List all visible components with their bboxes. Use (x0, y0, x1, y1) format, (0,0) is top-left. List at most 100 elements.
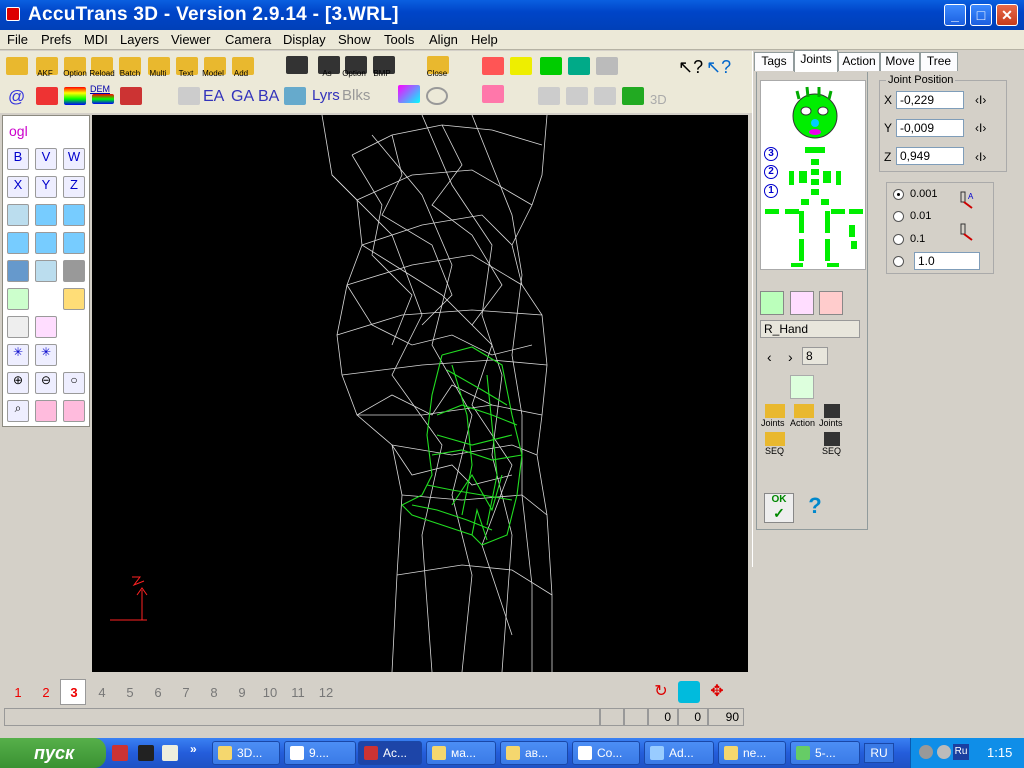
level-badge-1[interactable]: 1 (764, 184, 778, 198)
save-icon[interactable] (286, 56, 308, 74)
page-1[interactable]: 1 (6, 685, 30, 700)
quicklaunch-doc-icon[interactable] (162, 745, 178, 761)
copy-layers-icon[interactable] (284, 87, 306, 105)
ba-button[interactable]: BA (258, 88, 279, 106)
zoom-extents-icon[interactable] (35, 400, 57, 422)
light-icon[interactable] (510, 57, 532, 75)
figure-front-icon[interactable] (7, 260, 29, 282)
cube-right-icon[interactable] (35, 232, 57, 254)
level-badge-3[interactable]: 3 (764, 147, 778, 161)
menu-tools[interactable]: Tools (384, 32, 414, 47)
minimize-button[interactable]: _ (944, 4, 966, 26)
menu-viewer[interactable]: Viewer (171, 32, 211, 47)
ea-button[interactable]: EA (203, 88, 224, 106)
page-11[interactable]: 11 (286, 685, 310, 700)
3d-viewport[interactable] (92, 115, 748, 672)
camera-c-icon[interactable] (678, 681, 700, 703)
cube-iso-icon[interactable] (35, 260, 57, 282)
step-radio-01[interactable] (893, 234, 904, 245)
cube-front-icon[interactable] (35, 204, 57, 226)
y-nudge-control[interactable]: ‹I› (975, 121, 986, 135)
page-10[interactable]: 10 (258, 685, 282, 700)
run-pose-icon[interactable] (819, 291, 843, 315)
bone-a-icon[interactable]: A (960, 190, 976, 210)
color-bars-icon[interactable] (64, 87, 86, 105)
expand-x-icon[interactable]: ✳ (7, 344, 29, 366)
tab-move[interactable]: Move (880, 52, 920, 71)
task-3d-folder[interactable]: 3D... (212, 741, 280, 765)
stack-icon[interactable] (622, 87, 644, 105)
zoom-out-icon[interactable]: ⊖ (35, 372, 57, 394)
z-nudge-control[interactable]: ‹I› (975, 150, 986, 164)
select-pointer-icon[interactable] (7, 288, 29, 310)
disabled-icon[interactable] (426, 87, 448, 105)
grid-icon[interactable] (482, 85, 504, 103)
color-select-icon[interactable] (398, 85, 420, 103)
transform-icon[interactable] (482, 57, 504, 75)
level-badge-2[interactable]: 2 (764, 165, 778, 179)
move-cube-icon[interactable] (7, 204, 29, 226)
3d-button[interactable]: 3D (650, 92, 667, 107)
walk-pose-icon[interactable] (760, 291, 784, 315)
page-7[interactable]: 7 (174, 685, 198, 700)
open-seq-icon[interactable] (765, 432, 785, 446)
menu-align[interactable]: Align (429, 32, 458, 47)
rotate-v-button[interactable]: V (35, 148, 57, 170)
tray-language-icon[interactable]: Ru (953, 744, 969, 760)
task-av-folder[interactable]: ав... (500, 741, 568, 765)
rotate-w-button[interactable]: W (63, 148, 85, 170)
at-icon[interactable]: @ (8, 87, 30, 106)
y-position-input[interactable]: -0,009 (896, 119, 964, 137)
menu-layers[interactable]: Layers (120, 32, 159, 47)
help-button[interactable]: ? (800, 493, 830, 523)
figure-back-icon[interactable] (63, 260, 85, 282)
page-5[interactable]: 5 (118, 685, 142, 700)
tab-tags[interactable]: Tags (754, 52, 794, 71)
light-bulb-icon[interactable] (178, 87, 200, 105)
animate-figure-icon[interactable] (790, 375, 814, 399)
save-seq-icon[interactable] (824, 432, 840, 446)
menu-prefs[interactable]: Prefs (41, 32, 71, 47)
page-2[interactable]: 2 (34, 685, 58, 700)
open-joints-icon[interactable] (765, 404, 785, 418)
fit-icon[interactable] (7, 316, 29, 338)
step-radio-001[interactable] (893, 211, 904, 222)
page-9[interactable]: 9 (230, 685, 254, 700)
cylinder-rotate-icon[interactable] (594, 87, 616, 105)
help-pointer-icon[interactable]: ↖? (678, 57, 703, 77)
page-3[interactable]: 3 (62, 685, 86, 700)
ogl-label[interactable]: ogl (9, 123, 28, 139)
open-action-icon[interactable] (794, 404, 814, 418)
x-position-input[interactable]: -0,229 (896, 91, 964, 109)
ga-button[interactable]: GA (231, 88, 254, 106)
page-12[interactable]: 12 (314, 685, 338, 700)
pencil-icon[interactable] (120, 87, 142, 105)
joint-index-field[interactable]: 8 (802, 347, 828, 365)
axis-icon[interactable] (36, 87, 58, 105)
tab-action[interactable]: Action (838, 52, 880, 71)
menu-help[interactable]: Help (471, 32, 498, 47)
maximize-button[interactable]: □ (970, 4, 992, 26)
menu-display[interactable]: Display (283, 32, 326, 47)
context-help-icon[interactable]: ↖? (706, 57, 731, 77)
figure-icon[interactable] (596, 57, 618, 75)
t-pose-icon[interactable] (790, 291, 814, 315)
quicklaunch-media-icon[interactable] (138, 745, 154, 761)
layers-icon[interactable] (568, 57, 590, 75)
task-ma-folder[interactable]: ма... (426, 741, 496, 765)
rotate-y-button[interactable]: Y (35, 176, 57, 198)
expand-z-icon[interactable]: ✳ (35, 344, 57, 366)
rotate-x-button[interactable]: X (7, 176, 29, 198)
tray-speaker-icon[interactable] (919, 745, 933, 759)
quicklaunch-app-icon[interactable] (112, 745, 128, 761)
menu-camera[interactable]: Camera (225, 32, 271, 47)
page-4[interactable]: 4 (90, 685, 114, 700)
group-icon[interactable] (538, 87, 560, 105)
start-button[interactable]: пуск (0, 738, 106, 768)
menu-show[interactable]: Show (338, 32, 371, 47)
quicklaunch-more-icon[interactable]: » (190, 742, 197, 756)
cylinder-icon[interactable] (566, 87, 588, 105)
cube-left-icon[interactable] (7, 232, 29, 254)
page-6[interactable]: 6 (146, 685, 170, 700)
task-ne-folder[interactable]: ne... (718, 741, 786, 765)
